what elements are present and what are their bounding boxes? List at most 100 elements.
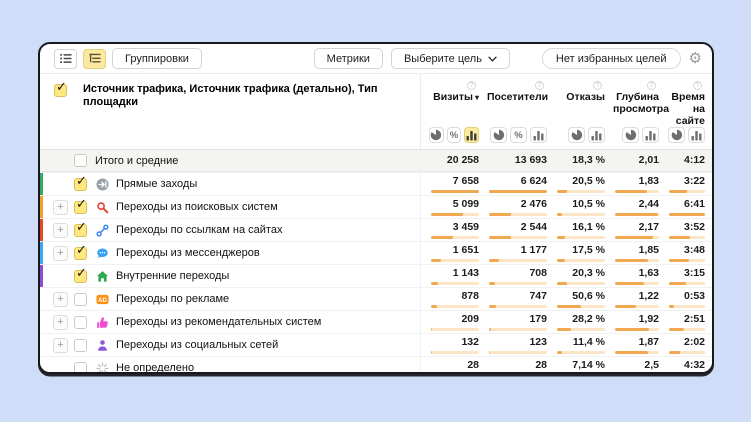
row-label[interactable]: Не определено	[116, 362, 194, 374]
help-circle-icon: ?	[693, 81, 702, 90]
table-header: Источник трафика, Источник трафика (дета…	[40, 74, 712, 150]
metric-bar	[669, 374, 705, 375]
pie-chart-icon[interactable]	[429, 127, 444, 143]
pie-chart-icon[interactable]	[622, 127, 639, 143]
row-checkbox[interactable]	[74, 270, 87, 283]
row-label[interactable]: Переходы из мессенджеров	[116, 247, 260, 259]
metric-value: 7,14 %	[572, 360, 605, 371]
row-checkbox[interactable]	[74, 362, 87, 375]
row-label[interactable]: Внутренние переходы	[116, 270, 229, 282]
percent-icon[interactable]: %	[510, 127, 527, 143]
goal-select-button[interactable]: Выберите цель	[391, 48, 510, 69]
row-checkbox[interactable]	[74, 201, 87, 214]
row-label[interactable]: Переходы из рекомендательных систем	[116, 316, 321, 328]
metric-column-label[interactable]: Время на сайте	[671, 91, 705, 127]
row-checkbox[interactable]	[74, 178, 87, 191]
metric-bar	[489, 328, 547, 331]
groupings-button[interactable]: Группировки	[112, 48, 202, 69]
metric-cell: 1 177	[479, 242, 547, 264]
row-label[interactable]: Переходы из поисковых систем	[116, 201, 278, 213]
row-checkbox[interactable]	[74, 316, 87, 329]
metric-cell: 179	[479, 311, 547, 333]
bar-chart-icon[interactable]	[530, 127, 547, 143]
metric-column-title: ?Посетители▾	[487, 79, 547, 103]
bar-chart-icon[interactable]	[588, 127, 605, 143]
metric-bar	[615, 351, 659, 354]
row-label[interactable]: Переходы по рекламе	[116, 293, 229, 305]
row-checkbox[interactable]	[74, 247, 87, 260]
metric-column-title: ?Визиты▾	[429, 79, 479, 104]
ad-icon: AD	[95, 293, 109, 306]
metric-cell: 10,5 %	[547, 196, 605, 218]
metric-value: 4:12	[684, 155, 705, 166]
row-name-cell: Внутренние переходы	[40, 265, 420, 287]
metric-bar	[669, 351, 705, 354]
row-label[interactable]: Переходы из социальных сетей	[116, 339, 278, 351]
goal-select-label: Выберите цель	[404, 53, 482, 65]
metric-bar	[489, 236, 547, 239]
row-checkbox[interactable]	[74, 154, 87, 167]
help-circle-icon: ?	[467, 81, 476, 90]
metric-display-toggles	[613, 127, 659, 143]
metric-value: 1 177	[521, 245, 547, 256]
table-row: + AD Переходы по рекламе 87874750,6 %1,2…	[40, 287, 712, 310]
metric-bar	[557, 259, 605, 262]
metric-bar	[557, 236, 605, 239]
metric-value: 2:51	[684, 314, 705, 325]
row-checkbox[interactable]	[74, 293, 87, 306]
metric-cell: 132	[421, 334, 479, 356]
pie-chart-icon[interactable]	[668, 127, 685, 143]
person-icon	[95, 339, 109, 352]
pie-chart-icon[interactable]	[568, 127, 585, 143]
row-checkbox[interactable]	[74, 339, 87, 352]
metric-bar	[669, 259, 705, 262]
expand-row-button[interactable]: +	[53, 315, 68, 330]
favorite-goals-label: Нет избранных целей	[556, 53, 667, 65]
metric-column-label[interactable]: Визиты	[433, 91, 473, 103]
expand-row-button[interactable]: +	[53, 223, 68, 238]
metric-cell: 11,4 %	[547, 334, 605, 356]
metric-column: ?Глубина просмотра▾	[605, 79, 659, 143]
metric-cell: 3:15	[659, 265, 705, 287]
expand-row-button[interactable]: +	[53, 200, 68, 215]
favorite-goals-pill[interactable]: Нет избранных целей	[542, 48, 681, 69]
list-view-icon[interactable]	[54, 49, 77, 69]
expand-row-button[interactable]: +	[53, 338, 68, 353]
metric-value: 6:41	[684, 199, 705, 210]
metric-bar	[489, 213, 547, 216]
metric-cell: 2,01	[605, 150, 659, 171]
report-card: Группировки Метрики Выберите цель Нет из…	[38, 42, 714, 374]
metric-column-label[interactable]: Отказы	[566, 91, 605, 103]
metric-bar	[557, 305, 605, 308]
grouped-view-icon[interactable]	[83, 49, 106, 69]
metric-value: 20,5 %	[572, 176, 605, 187]
metric-column-title: ?Глубина просмотра▾	[613, 79, 659, 115]
expand-row-button[interactable]: +	[53, 246, 68, 261]
metric-cell: 1,85	[605, 242, 659, 264]
bar-chart-icon[interactable]	[464, 127, 479, 143]
metric-bar	[615, 282, 659, 285]
percent-icon[interactable]: %	[447, 127, 462, 143]
expand-row-button[interactable]: +	[53, 292, 68, 307]
gear-icon[interactable]: ⚙	[689, 51, 702, 66]
metric-bar	[431, 213, 479, 216]
metrics-button[interactable]: Метрики	[314, 48, 383, 69]
row-label[interactable]: Переходы по ссылкам на сайтах	[116, 224, 282, 236]
metric-bar	[431, 328, 479, 331]
metric-cell: 1,63	[605, 265, 659, 287]
bar-chart-icon[interactable]	[688, 127, 705, 143]
select-all-checkbox[interactable]	[54, 84, 67, 97]
metric-column-label[interactable]: Посетители	[487, 91, 548, 103]
bar-chart-icon[interactable]	[642, 127, 659, 143]
metric-bar	[431, 305, 479, 308]
metric-bar	[615, 213, 659, 216]
metric-cell: 1 143	[421, 265, 479, 287]
metric-cell: 0:53	[659, 288, 705, 310]
row-label[interactable]: Итого и средние	[95, 155, 178, 167]
metric-value: 132	[461, 337, 479, 348]
pie-chart-icon[interactable]	[490, 127, 507, 143]
metric-bar	[669, 305, 705, 308]
metric-value: 3:48	[684, 245, 705, 256]
row-label[interactable]: Прямые заходы	[116, 178, 197, 190]
row-checkbox[interactable]	[74, 224, 87, 237]
